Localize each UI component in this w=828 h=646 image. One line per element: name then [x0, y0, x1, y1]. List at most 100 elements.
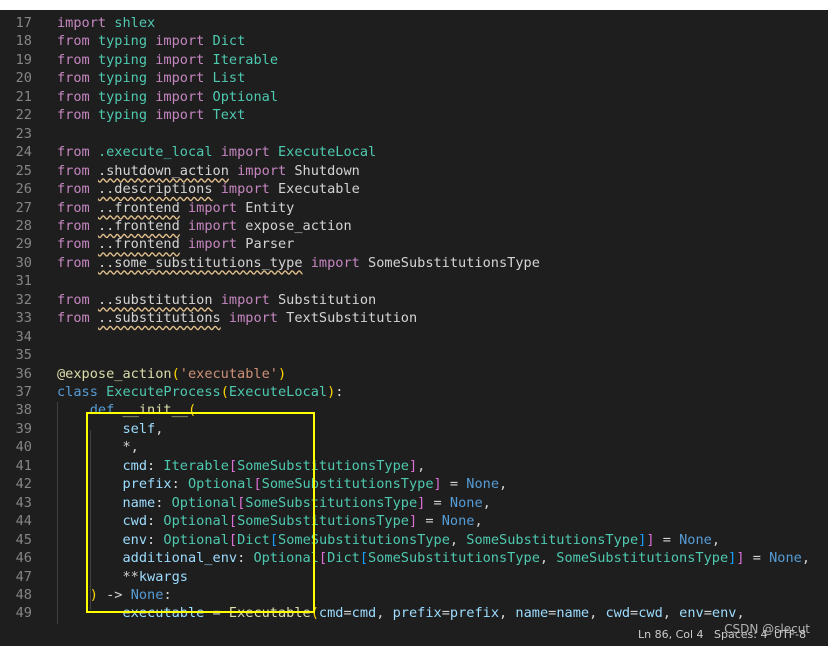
- code-line[interactable]: 34: [0, 328, 828, 346]
- code-token: .shutdown_action: [97, 162, 229, 179]
- code-token: import: [237, 162, 287, 179]
- code-token: import: [155, 88, 205, 105]
- code-token: ,: [417, 457, 426, 474]
- line-number: 32: [15, 291, 32, 308]
- line-number: 41: [15, 457, 32, 474]
- code-token: import: [228, 310, 278, 327]
- code-token: from: [57, 51, 90, 68]
- line-number: 37: [15, 384, 32, 400]
- code-token: Executable: [269, 181, 360, 198]
- code-text: from .execute_local import ExecuteLocal: [57, 143, 376, 161]
- code-line[interactable]: 17 import shlex: [0, 14, 828, 32]
- code-line[interactable]: 24 from .execute_local import ExecuteLoca…: [0, 143, 828, 161]
- line-number: 42: [15, 476, 32, 493]
- code-token: cmd: [318, 605, 344, 622]
- code-token: =: [703, 605, 712, 622]
- line-number: 29: [15, 236, 32, 253]
- code-token: import: [187, 236, 238, 253]
- line-number: 21: [15, 88, 32, 105]
- code-token: None: [466, 476, 500, 493]
- code-token: TextSubstitution: [278, 310, 418, 327]
- code-line[interactable]: 21 from typing import Optional: [0, 88, 828, 106]
- code-editor[interactable]: 17 import shlex 18 from typing import Dict 1…: [0, 10, 828, 624]
- code-token: import: [155, 33, 205, 50]
- code-line[interactable]: 19 from typing import Iterable: [0, 51, 828, 69]
- code-token: Shutdown: [286, 162, 360, 179]
- line-number: 25: [15, 162, 32, 179]
- code-token: ]: [408, 513, 418, 530]
- code-line[interactable]: 32 from ..substitution import Substitutio…: [0, 291, 828, 309]
- code-line[interactable]: 20 from typing import List: [0, 69, 828, 87]
- code-line[interactable]: 18 from typing import Dict: [0, 32, 828, 50]
- code-token: ,: [499, 605, 516, 622]
- code-line[interactable]: 23: [0, 125, 828, 143]
- line-number: 34: [15, 328, 32, 345]
- code-line[interactable]: 25 from .shutdown_action import Shutdown: [0, 162, 828, 180]
- code-token: ,: [449, 531, 467, 548]
- line-number: 19: [15, 51, 32, 68]
- code-line[interactable]: 28 from ..frontend import expose_action: [0, 217, 828, 235]
- code-line[interactable]: 31: [0, 272, 828, 290]
- code-token: prefix: [449, 605, 500, 622]
- code-token: None: [679, 531, 712, 548]
- code-token: ,: [736, 605, 745, 622]
- code-line[interactable]: 30 from ..some_substitutions_type import …: [0, 254, 828, 272]
- code-text: from ..some_substitutions_type import So…: [57, 254, 540, 272]
- code-token: import: [187, 217, 238, 234]
- code-token: typing: [97, 88, 148, 105]
- code-token: Iterable: [212, 51, 279, 68]
- code-token: env: [679, 605, 704, 622]
- code-text: import shlex: [57, 14, 155, 32]
- code-text: from typing import Text: [57, 106, 245, 124]
- code-line[interactable]: 37 class ExecuteProcess(ExecuteLocal):: [0, 383, 828, 401]
- code-text: from ..descriptions import Executable: [57, 180, 360, 198]
- code-token: name: [556, 605, 590, 622]
- line-number: 22: [15, 107, 32, 124]
- code-token: SomeSubstitutionsType: [368, 550, 540, 567]
- code-line[interactable]: 35: [0, 346, 828, 364]
- code-token: prefix: [392, 605, 442, 622]
- line-number: 27: [15, 199, 32, 216]
- code-text: from typing import Optional: [57, 88, 278, 106]
- code-token: from: [57, 88, 90, 105]
- code-token: =: [630, 605, 639, 622]
- code-token: (: [171, 365, 180, 382]
- code-text: from ..substitutions import TextSubstitu…: [57, 309, 417, 327]
- line-number: 33: [15, 310, 32, 327]
- code-line[interactable]: 26 from ..descriptions import Executable: [0, 180, 828, 198]
- code-token: ]: [433, 476, 442, 493]
- code-line[interactable]: 27 from ..frontend import Entity: [0, 199, 828, 217]
- code-token: (: [220, 384, 229, 400]
- code-token: Parser: [237, 236, 295, 253]
- code-token: SomeSubstitutionsType: [359, 254, 540, 271]
- code-token: .execute_local: [97, 144, 213, 161]
- code-line[interactable]: 33 from ..substitutions import TextSubsti…: [0, 309, 828, 327]
- code-line[interactable]: 29 from ..frontend import Parser: [0, 235, 828, 253]
- code-token: import: [155, 70, 205, 87]
- code-token: =: [744, 550, 770, 567]
- code-token: typing: [97, 107, 148, 124]
- code-line[interactable]: 22 from typing import Text: [0, 106, 828, 124]
- cursor-position[interactable]: Ln 86, Col 4: [638, 628, 704, 641]
- code-token: None: [441, 513, 475, 530]
- line-number: 20: [15, 70, 32, 87]
- code-token: None: [769, 550, 802, 567]
- code-line[interactable]: 36 @expose_action('executable'): [0, 365, 828, 383]
- code-token: ExecuteProcess: [106, 384, 221, 400]
